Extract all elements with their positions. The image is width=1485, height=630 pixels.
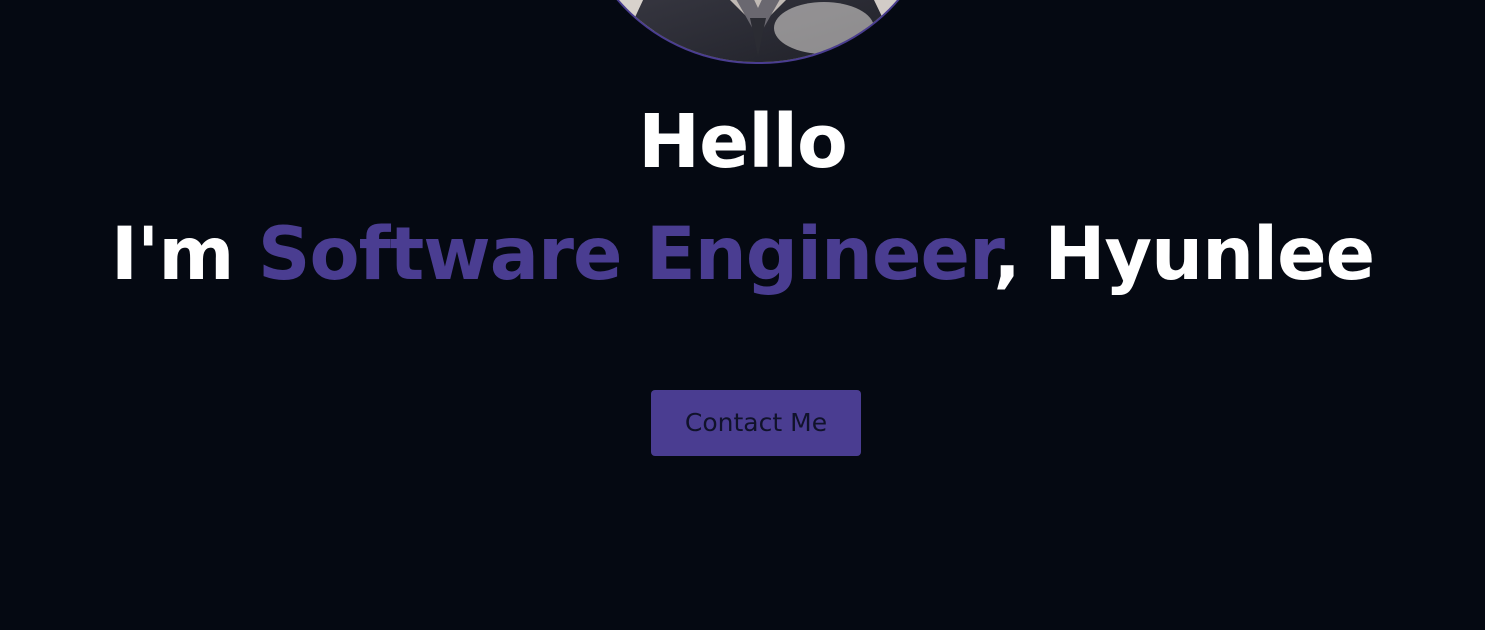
hero-section: Hello I'm Software Engineer, Hyunlee Con… (0, 0, 1485, 630)
profile-avatar (572, 0, 944, 64)
greeting-heading: Hello (638, 99, 848, 185)
headline-role: Software Engineer (257, 212, 994, 297)
headline-prefix: I'm (110, 212, 258, 297)
headline-suffix: , Hyunlee (993, 212, 1375, 297)
profile-avatar-container (572, 0, 944, 66)
contact-me-button[interactable]: Contact Me (651, 390, 861, 456)
intro-headline: I'm Software Engineer, Hyunlee (0, 205, 1485, 305)
